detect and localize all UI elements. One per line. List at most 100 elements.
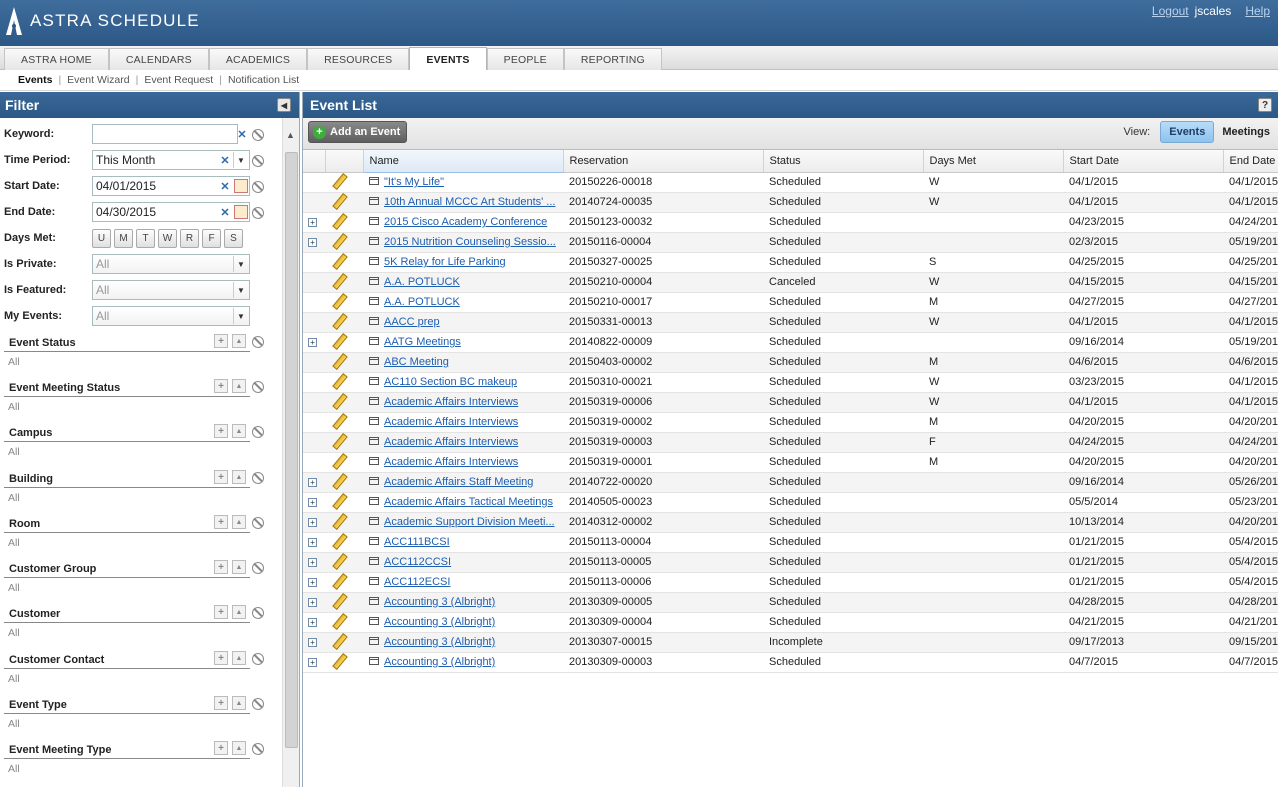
event-name-link[interactable]: ACC112CCSI (384, 556, 451, 568)
table-row[interactable]: 10th Annual MCCC Art Students' ... 201407… (303, 192, 1278, 213)
table-row[interactable]: A.A. POTLUCK 20150210-00017 Scheduled M 04/2… (303, 292, 1278, 313)
table-row[interactable]: + Academic Affairs Staff Meeting 20140722-… (303, 472, 1278, 493)
edit-cell[interactable] (325, 472, 363, 493)
day-button-thursday[interactable]: R (180, 228, 199, 248)
day-button-wednesday[interactable]: W (158, 228, 177, 248)
add-icon[interactable]: + (214, 651, 228, 665)
end-date-clear-icon[interactable]: ✕ (218, 205, 232, 219)
event-name-link[interactable]: A.A. POTLUCK (384, 276, 460, 288)
event-name-link[interactable]: AC110 Section BC makeup (384, 376, 517, 388)
event-name-link[interactable]: "It's My Life" (384, 176, 444, 188)
expand-row-icon[interactable]: + (308, 217, 317, 227)
subnav-event-wizard[interactable]: Event Wizard (67, 74, 129, 86)
edit-cell[interactable] (325, 332, 363, 353)
day-button-saturday[interactable]: S (224, 228, 243, 248)
collapse-icon[interactable]: ▲ (232, 470, 246, 484)
event-name-link[interactable]: 10th Annual MCCC Art Students' ... (384, 196, 555, 208)
table-row[interactable]: Academic Affairs Interviews 20150319-0000… (303, 432, 1278, 453)
view-meetings-button[interactable]: Meetings (1214, 121, 1278, 143)
pencil-edit-icon[interactable] (331, 234, 345, 248)
table-row[interactable]: Academic Affairs Interviews 20150319-0000… (303, 392, 1278, 413)
expand-row-icon[interactable]: + (308, 237, 317, 247)
time-period-clear-icon[interactable]: ✕ (218, 153, 232, 167)
expand-cell[interactable]: + (303, 512, 325, 533)
expand-cell[interactable]: + (303, 652, 325, 673)
event-name-link[interactable]: Academic Affairs Interviews (384, 436, 518, 448)
column-header-days-met[interactable]: Days Met (923, 150, 1064, 173)
pencil-edit-icon[interactable] (331, 654, 345, 668)
table-row[interactable]: + Accounting 3 (Albright) 20130309-00003 Sc… (303, 652, 1278, 673)
edit-cell[interactable] (325, 312, 363, 333)
reset-icon[interactable] (252, 562, 264, 574)
event-name-link[interactable]: 5K Relay for Life Parking (384, 256, 506, 268)
tab-people[interactable]: PEOPLE (486, 48, 564, 70)
edit-cell[interactable] (325, 392, 363, 413)
event-name-link[interactable]: Accounting 3 (Albright) (384, 596, 495, 608)
table-row[interactable]: "It's My Life" 20150226-00018 Scheduled W 04… (303, 172, 1278, 193)
start-date-reset-icon[interactable] (252, 181, 264, 193)
reset-icon[interactable] (252, 426, 264, 438)
edit-cell[interactable] (325, 272, 363, 293)
end-date-reset-icon[interactable] (252, 207, 264, 219)
reset-icon[interactable] (252, 472, 264, 484)
is-private-select[interactable]: All ▼ (92, 254, 250, 274)
edit-cell[interactable] (325, 212, 363, 233)
event-name-link[interactable]: Accounting 3 (Albright) (384, 616, 495, 628)
pencil-edit-icon[interactable] (331, 514, 345, 528)
table-row[interactable]: + ACC111BCSI 20150113-00004 Scheduled 01/21/… (303, 532, 1278, 553)
table-row[interactable]: +2015 Nutrition Counseling Sessio... 2015… (303, 232, 1278, 253)
event-name-link[interactable]: A.A. POTLUCK (384, 296, 460, 308)
start-date-input[interactable]: 04/01/2015 ✕ (92, 176, 250, 196)
collapse-icon[interactable]: ▲ (232, 560, 246, 574)
table-row[interactable]: + Accounting 3 (Albright) 20130307-00015 In… (303, 632, 1278, 653)
expand-cell[interactable]: + (303, 592, 325, 613)
add-icon[interactable]: + (214, 605, 228, 619)
table-row[interactable]: Academic Affairs Interviews 20150319-0000… (303, 412, 1278, 433)
pencil-edit-icon[interactable] (331, 214, 345, 228)
collapse-icon[interactable]: ▲ (232, 424, 246, 438)
expand-cell[interactable]: + (303, 492, 325, 513)
event-name-link[interactable]: Accounting 3 (Albright) (384, 656, 495, 668)
collapse-icon[interactable]: ▲ (232, 741, 246, 755)
event-name-link[interactable]: Academic Affairs Interviews (384, 396, 518, 408)
calendar-icon[interactable] (234, 179, 248, 193)
expand-cell[interactable]: + (303, 472, 325, 493)
event-name-link[interactable]: 2015 Nutrition Counseling Sessio... (384, 236, 556, 248)
event-name-link[interactable]: Academic Support Division Meeti... (384, 516, 555, 528)
table-row[interactable]: AACC prep 20150331-00013 Scheduled W 04/1/20… (303, 312, 1278, 333)
reset-icon[interactable] (252, 698, 264, 710)
edit-cell[interactable] (325, 652, 363, 673)
expand-cell[interactable]: + (303, 212, 325, 233)
pencil-edit-icon[interactable] (331, 314, 345, 328)
event-name-link[interactable]: ACC112ECSI (384, 576, 450, 588)
column-header-name[interactable]: Name (363, 150, 564, 173)
table-row[interactable]: + Academic Support Division Meeti... 20140… (303, 512, 1278, 533)
tab-reporting[interactable]: REPORTING (563, 48, 662, 70)
expand-row-icon[interactable]: + (308, 337, 317, 347)
table-row[interactable]: AC110 Section BC makeup 20150310-00021 Sch… (303, 372, 1278, 393)
edit-cell[interactable] (325, 432, 363, 453)
pencil-edit-icon[interactable] (331, 494, 345, 508)
expand-cell[interactable]: + (303, 332, 325, 353)
edit-cell[interactable] (325, 452, 363, 473)
day-button-friday[interactable]: F (202, 228, 221, 248)
table-row[interactable]: + ACC112CCSI 20150113-00005 Scheduled 01/21/… (303, 552, 1278, 573)
pencil-edit-icon[interactable] (331, 374, 345, 388)
expand-cell[interactable]: + (303, 232, 325, 253)
expand-row-icon[interactable]: + (308, 617, 317, 627)
edit-cell[interactable] (325, 512, 363, 533)
time-period-reset-icon[interactable] (252, 155, 264, 167)
my-events-select[interactable]: All ▼ (92, 306, 250, 326)
pencil-edit-icon[interactable] (331, 394, 345, 408)
chevron-down-icon[interactable]: ▼ (233, 256, 248, 272)
day-button-tuesday[interactable]: T (136, 228, 155, 248)
reset-icon[interactable] (252, 653, 264, 665)
table-row[interactable]: Academic Affairs Interviews 20150319-0000… (303, 452, 1278, 473)
expand-cell[interactable]: + (303, 632, 325, 653)
edit-cell[interactable] (325, 352, 363, 373)
expand-row-icon[interactable]: + (308, 557, 317, 567)
tab-resources[interactable]: RESOURCES (307, 48, 410, 70)
event-name-link[interactable]: Academic Affairs Tactical Meetings (384, 496, 553, 508)
day-button-monday[interactable]: M (114, 228, 133, 248)
column-header-start-date[interactable]: Start Date (1063, 150, 1224, 173)
